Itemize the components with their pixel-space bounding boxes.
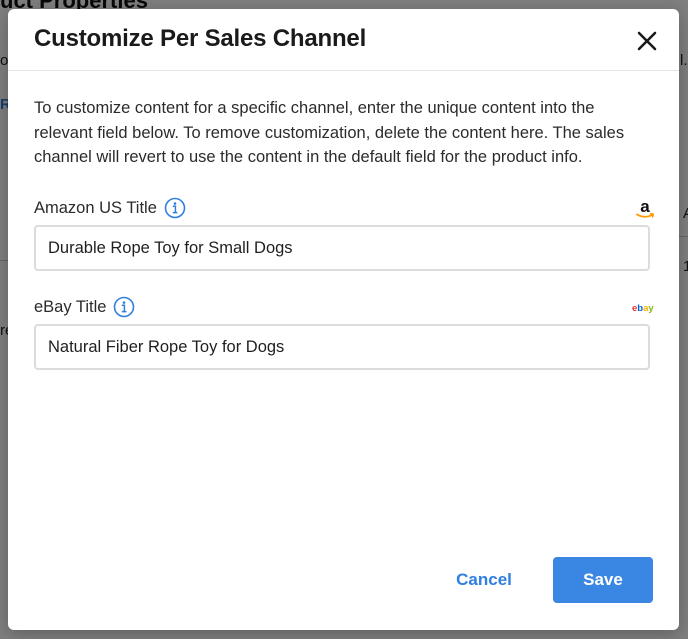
cancel-button[interactable]: Cancel [438, 557, 530, 603]
close-icon [637, 31, 657, 51]
info-icon[interactable] [164, 197, 186, 219]
field-label-text: eBay Title [34, 297, 107, 316]
customize-channel-dialog: Customize Per Sales Channel To customize… [8, 9, 679, 630]
info-icon[interactable] [113, 296, 135, 318]
amazon-title-label: Amazon US Title [34, 197, 186, 219]
dialog-title: Customize Per Sales Channel [34, 25, 367, 52]
save-button[interactable]: Save [553, 557, 653, 603]
close-button[interactable] [635, 29, 659, 53]
svg-text:ebay: ebay [632, 303, 654, 314]
ebay-logo-icon: ebay [632, 300, 656, 314]
amazon-title-input[interactable] [34, 225, 650, 271]
dialog-header: Customize Per Sales Channel [8, 9, 679, 71]
amazon-logo-icon: a [633, 196, 657, 220]
dialog-description: To customize content for a specific chan… [34, 99, 625, 166]
ebay-title-label: eBay Title [34, 296, 135, 318]
ebay-title-input[interactable] [34, 324, 650, 370]
field-label-text: Amazon US Title [34, 198, 157, 217]
svg-text:a: a [640, 197, 650, 216]
